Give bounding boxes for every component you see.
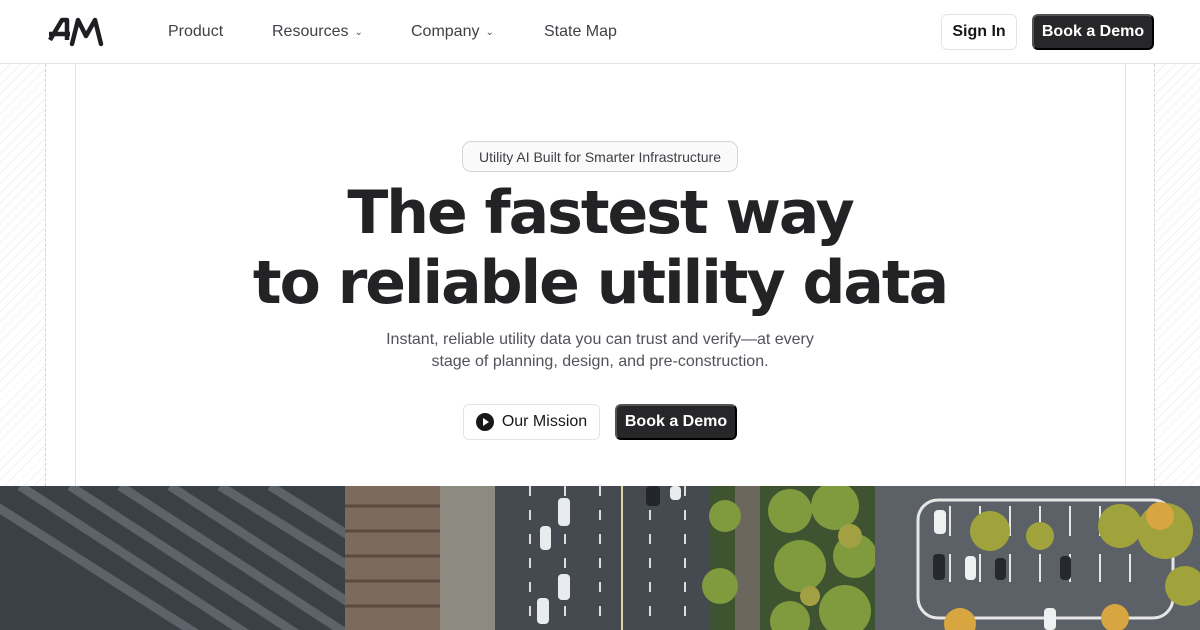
nav-company[interactable]: Company ⌄ xyxy=(411,21,494,43)
top-navigation: Product Resources ⌄ Company ⌄ State Map … xyxy=(0,0,1200,64)
nav-resources-label: Resources xyxy=(272,23,349,40)
our-mission-label: Our Mission xyxy=(501,413,588,430)
nav-product[interactable]: Product xyxy=(168,21,223,43)
headline-line-2: to reliable utility data xyxy=(252,248,949,318)
nav-product-label: Product xyxy=(168,23,224,40)
nav-book-demo-button[interactable]: Book a Demo xyxy=(1032,14,1154,50)
brand-logo[interactable] xyxy=(48,16,106,48)
nav-state-map[interactable]: State Map xyxy=(544,21,617,43)
sign-in-button[interactable]: Sign In xyxy=(941,14,1017,50)
headline-line-1: The fastest way xyxy=(347,178,854,248)
hero-headline: The fastest way to reliable utility data xyxy=(150,178,1050,318)
our-mission-button[interactable]: Our Mission xyxy=(463,404,600,440)
hero-book-demo-button[interactable]: Book a Demo xyxy=(615,404,737,440)
aerial-city-image xyxy=(0,486,1200,630)
hero-frame-right-border xyxy=(1125,64,1126,486)
left-hatch-decoration xyxy=(0,64,46,486)
play-circle-icon xyxy=(475,413,494,431)
aerial-city-illustration xyxy=(0,486,1200,630)
subtext-line-2: stage of planning, design, and pre-const… xyxy=(431,353,769,370)
right-hatch-decoration xyxy=(1154,64,1200,486)
nav-company-label: Company xyxy=(411,23,480,40)
hero-frame-left-border xyxy=(75,64,76,486)
hero-badge: Utility AI Built for Smarter Infrastruct… xyxy=(462,141,738,172)
chevron-down-icon: ⌄ xyxy=(485,26,494,38)
nav-state-map-label: State Map xyxy=(544,23,617,40)
nav-resources[interactable]: Resources ⌄ xyxy=(272,21,363,43)
hero-subtext: Instant, reliable utility data you can t… xyxy=(330,329,870,373)
subtext-line-1: Instant, reliable utility data you can t… xyxy=(386,331,814,348)
chevron-down-icon: ⌄ xyxy=(354,26,363,38)
